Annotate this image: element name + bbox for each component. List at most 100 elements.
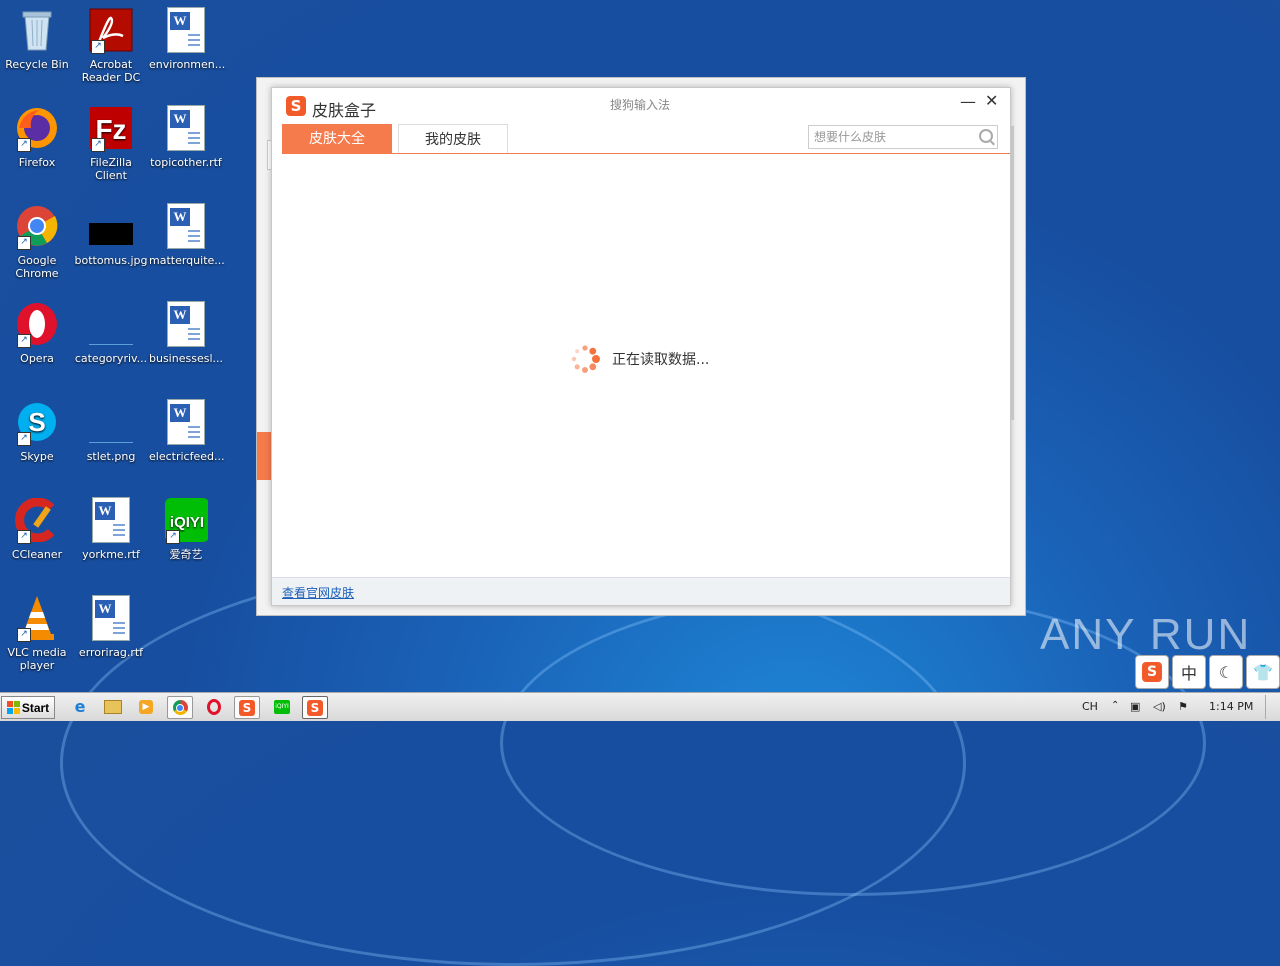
shortcut-arrow-icon: ↗ (17, 138, 31, 152)
desktop-icon-label: Recycle Bin (5, 58, 69, 71)
internet-explorer-icon[interactable]: e (68, 696, 92, 717)
skin-search-input[interactable] (809, 127, 964, 147)
start-button[interactable]: Start (1, 696, 55, 719)
clock[interactable]: 1:14 PM (1209, 700, 1253, 713)
chrome-icon: ↗ (15, 202, 59, 250)
show-desktop-button[interactable] (1265, 695, 1280, 719)
desktop-icon-label: matterquite... (149, 254, 225, 267)
ime-skin-button[interactable]: 👕 (1246, 655, 1280, 689)
chrome-taskbar-icon[interactable] (167, 696, 193, 719)
opera-taskbar-icon[interactable] (202, 696, 226, 717)
sogou-ime-button[interactable]: S (1135, 655, 1169, 689)
desktop-icon-yorkme-rtf[interactable]: W yorkme.rtf (74, 496, 148, 561)
dialog-footer: 查看官网皮肤 (272, 577, 1010, 605)
background-window-accent (257, 432, 271, 480)
desktop-icon-recycle-bin[interactable]: Recycle Bin (0, 6, 74, 71)
anyrun-watermark: ANY RUN (1040, 610, 1252, 659)
shirt-icon: 👕 (1253, 662, 1273, 682)
desktop-icon-stlet-png[interactable]: stlet.png (74, 398, 148, 463)
firefox-icon: ↗ (15, 104, 59, 152)
desktop-icon-iqiyi[interactable]: iQIYI ↗ 爱奇艺 (149, 496, 223, 561)
shortcut-arrow-icon: ↗ (17, 432, 31, 446)
moon-icon: ☾ (1218, 662, 1234, 682)
file-explorer-icon[interactable] (101, 696, 125, 717)
sogou-skin-taskbar-icon[interactable]: S (302, 696, 328, 719)
language-indicator[interactable]: CH (1082, 700, 1098, 713)
acrobat-icon: ↗ (89, 6, 133, 54)
desktop-icon-label: environmen... (149, 58, 226, 71)
action-center-flag-icon[interactable]: ⚑ (1178, 700, 1188, 713)
desktop-icon-google-chrome[interactable]: ↗ Google Chrome (0, 202, 74, 280)
desktop-icon-label: stlet.png (86, 450, 136, 463)
sogou-logo-icon: S (1142, 662, 1162, 682)
desktop-icon-ccleaner[interactable]: ↗ CCleaner (0, 496, 74, 561)
desktop-icon-topicother-rtf[interactable]: W topicother.rtf (149, 104, 223, 169)
blank-file-icon (89, 300, 133, 348)
image-file-icon (89, 398, 133, 446)
official-skins-link[interactable]: 查看官网皮肤 (282, 584, 354, 601)
word-document-icon: W (164, 6, 208, 54)
desktop-icon-label: CCleaner (11, 548, 63, 561)
media-player-icon[interactable]: ▶ (134, 696, 158, 717)
opera-icon: ↗ (15, 300, 59, 348)
desktop-icon-firefox[interactable]: ↗ Firefox (0, 104, 74, 169)
desktop-icon-electricfeed[interactable]: W electricfeed... (149, 398, 225, 463)
ime-moon-button[interactable]: ☾ (1209, 655, 1243, 689)
dialog-title: 皮肤盒子 (312, 101, 377, 120)
desktop-icon-filezilla[interactable]: Fz ↗ FileZilla Client (74, 104, 148, 182)
show-hidden-icons-icon[interactable]: ⌃ (1111, 700, 1119, 711)
word-document-icon: W (164, 104, 208, 152)
recycle-bin-icon (15, 6, 59, 54)
tab-underline (282, 153, 1010, 154)
desktop-icon-label: categoryriv... (74, 352, 148, 365)
desktop-icon-acrobat[interactable]: ↗ Acrobat Reader DC (74, 6, 148, 84)
desktop-icon-opera[interactable]: ↗ Opera (0, 300, 74, 365)
desktop-icon-label: electricfeed... (149, 450, 225, 463)
close-button[interactable]: ✕ (985, 91, 998, 110)
desktop-icon-label: VLC media player (7, 646, 67, 672)
filezilla-icon: Fz ↗ (89, 104, 133, 152)
desktop-icon-label: yorkme.rtf (82, 548, 140, 561)
word-document-icon: W (164, 300, 208, 348)
desktop-icon-label: topicother.rtf (150, 156, 222, 169)
search-icon[interactable] (979, 129, 993, 143)
skin-box-dialog: S 皮肤盒子 搜狗输入法 — ✕ 皮肤大全 我的皮肤 正在读取数据... 查看官… (271, 87, 1011, 606)
desktop-icon-label: Skype (20, 450, 54, 463)
desktop-icon-vlc[interactable]: ↗ VLC media player (0, 594, 74, 672)
word-document-icon: W (89, 496, 133, 544)
word-document-icon: W (164, 398, 208, 446)
network-icon[interactable]: ▣ (1130, 700, 1140, 713)
loading-indicator: 正在读取数据... (568, 342, 709, 376)
loading-text: 正在读取数据... (612, 352, 710, 368)
desktop-icon-label: errorirag.rtf (78, 646, 144, 659)
desktop-icon-matterquite[interactable]: W matterquite... (149, 202, 225, 267)
shortcut-arrow-icon: ↗ (17, 334, 31, 348)
desktop-icon-bottomus-jpg[interactable]: bottomus.jpg (74, 202, 148, 267)
ime-language-toggle[interactable]: 中 (1172, 655, 1206, 689)
desktop-icon-environmen[interactable]: W environmen... (149, 6, 226, 71)
shortcut-arrow-icon: ↗ (91, 138, 105, 152)
desktop-icon-errorirag-rtf[interactable]: W errorirag.rtf (74, 594, 148, 659)
taskbar: Start e ▶ S iQIYI S CH ⌃ ▣ ◁) ⚑ 1:14 PM (0, 692, 1280, 721)
desktop-icon-businessesl[interactable]: W businessesl... (149, 300, 223, 365)
skin-search-box (808, 125, 998, 149)
tab-my-skins[interactable]: 我的皮肤 (398, 124, 508, 154)
desktop-icon-skype[interactable]: S ↗ Skype (0, 398, 74, 463)
word-document-icon: W (89, 594, 133, 642)
volume-icon[interactable]: ◁) (1153, 700, 1166, 713)
iqiyi-icon: iQIYI ↗ (164, 496, 208, 544)
tab-all-skins[interactable]: 皮肤大全 (282, 124, 392, 154)
shortcut-arrow-icon: ↗ (91, 40, 105, 54)
skype-icon: S ↗ (15, 398, 59, 446)
desktop-icon-label: Firefox (18, 156, 56, 169)
sogou-taskbar-icon[interactable]: S (234, 696, 260, 719)
shortcut-arrow-icon: ↗ (17, 628, 31, 642)
desktop-icon-categoryriv[interactable]: categoryriv... (74, 300, 148, 365)
iqiyi-taskbar-icon[interactable]: iQIYI (270, 696, 294, 717)
ccleaner-icon: ↗ (15, 496, 59, 544)
windows-logo-icon (6, 701, 20, 714)
minimize-button[interactable]: — (960, 92, 976, 111)
word-document-icon: W (164, 202, 208, 250)
background-scrollbar (1010, 126, 1014, 420)
dialog-header: S 皮肤盒子 搜狗输入法 — ✕ 皮肤大全 我的皮肤 (272, 88, 1010, 155)
